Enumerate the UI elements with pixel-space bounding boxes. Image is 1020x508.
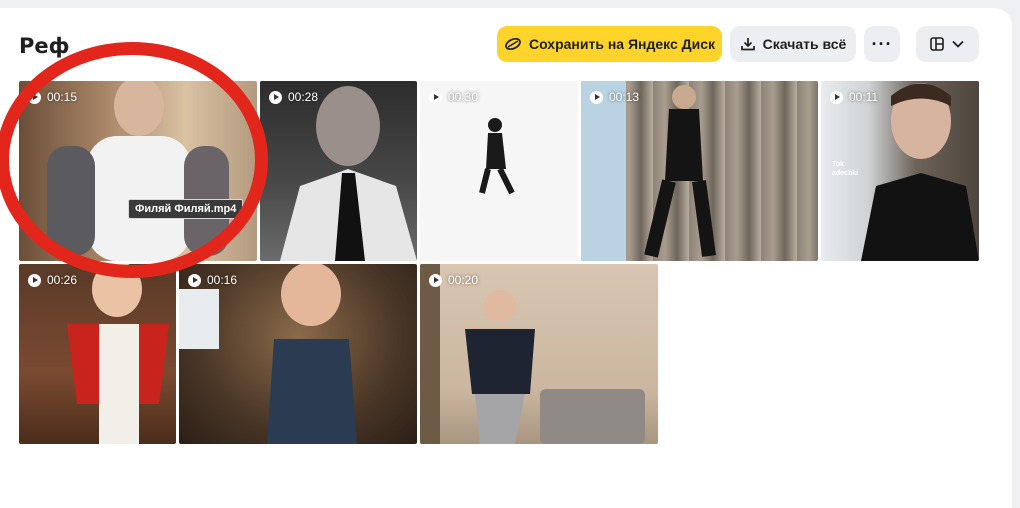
download-icon	[740, 36, 756, 52]
duration-badge: 00:30	[429, 90, 478, 104]
grid-view-icon	[930, 37, 944, 51]
view-mode-button[interactable]	[916, 26, 979, 62]
disk-icon	[504, 37, 522, 51]
person-figure	[479, 118, 515, 195]
play-icon	[269, 90, 282, 104]
duration-badge: 00:26	[28, 273, 77, 287]
play-icon	[28, 90, 41, 104]
person-figure	[465, 290, 645, 444]
play-icon	[188, 273, 201, 287]
play-icon	[590, 90, 603, 104]
play-icon	[28, 273, 41, 287]
video-thumbnail-2[interactable]: 00:28	[260, 81, 417, 261]
video-thumbnail-6[interactable]: 00:26	[19, 264, 176, 444]
watermark-text: Tok adechki	[832, 161, 859, 177]
download-label: Скачать всё	[762, 36, 847, 52]
page-title: Реф	[19, 34, 70, 58]
filename-tooltip: Филяй Филяй.mp4	[128, 199, 244, 219]
video-thumbnail-1[interactable]: 00:15	[19, 81, 257, 261]
download-all-button[interactable]: Скачать всё	[730, 26, 856, 62]
duration-badge: 00:16	[188, 273, 237, 287]
video-thumbnail-4[interactable]: 00:13	[581, 81, 818, 261]
more-icon: ···	[871, 33, 893, 54]
person-figure	[179, 264, 357, 444]
person-figure	[67, 264, 169, 444]
video-thumbnail-3[interactable]: 00:30	[420, 81, 578, 261]
person-figure	[280, 86, 417, 261]
play-icon	[830, 90, 843, 104]
duration-badge: 00:15	[28, 90, 77, 104]
save-label: Сохранить на Яндекс Диск	[528, 36, 716, 52]
play-icon	[429, 273, 442, 287]
person-figure	[47, 81, 229, 261]
duration-badge: 00:13	[590, 90, 639, 104]
duration-badge: 00:28	[269, 90, 318, 104]
more-button[interactable]: ···	[864, 26, 900, 62]
person-figure	[644, 85, 716, 258]
video-thumbnail-7[interactable]: 00:16	[179, 264, 417, 444]
duration-badge: 00:11	[830, 90, 878, 104]
chevron-down-icon	[951, 36, 965, 52]
save-to-disk-button[interactable]: Сохранить на Яндекс Диск	[497, 26, 722, 62]
play-icon	[429, 90, 442, 104]
duration-badge: 00:20	[429, 273, 478, 287]
video-thumbnail-8[interactable]: 00:20	[420, 264, 658, 444]
